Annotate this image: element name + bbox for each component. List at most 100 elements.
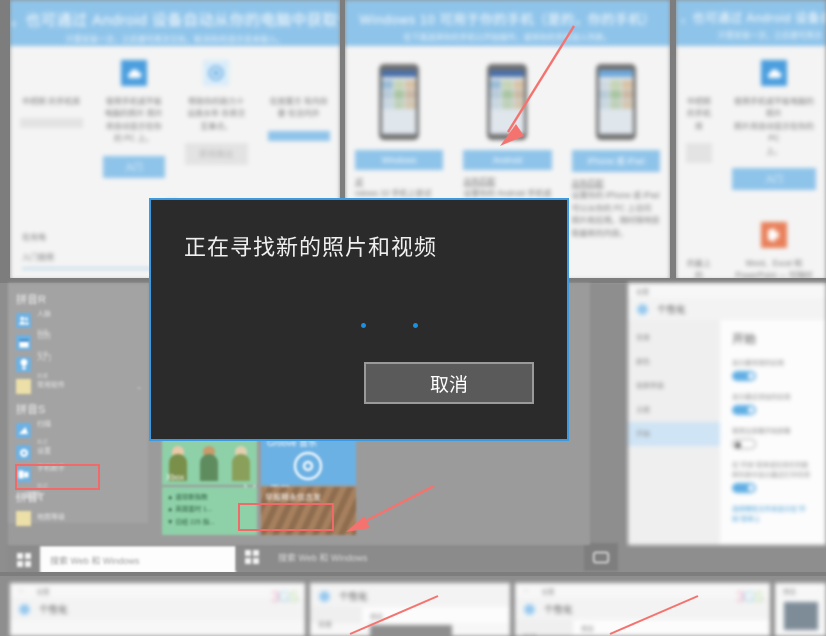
settings-header: 个性化: [10, 598, 305, 620]
search-input[interactable]: 搜索 Web 和 Windows: [268, 543, 584, 571]
settings-header: 个性化: [310, 585, 510, 607]
phone-screen: [598, 70, 633, 134]
settings-nav[interactable]: 背景 颜色 锁屏界面 主题 开始: [628, 320, 720, 545]
app-label: 入门: [37, 354, 51, 362]
tile-news[interactable]: 早报释永信吉发: [261, 487, 356, 535]
app-item-misc[interactable]: 地图等级: [14, 508, 142, 529]
app-item-phone-companion[interactable]: 手机助手 新近: [14, 464, 142, 490]
screenshot-root: ，也可通过 Android 设备自动从你的电脑中获取你喜爱的内 只需安装一次，之…: [0, 0, 826, 636]
cancel-button[interactable]: 取消: [364, 362, 534, 404]
searching-photos-dialog: 正在寻找新的照片和视频 取消: [149, 198, 569, 441]
tips-icon: [16, 357, 31, 372]
blank-icon: [686, 222, 712, 248]
platform-heading: 出色匹配: [463, 177, 496, 186]
app-item-calendar[interactable]: 日历 新建: [14, 332, 142, 358]
feature-button[interactable]: 入门: [102, 155, 165, 178]
cortana-icon: [203, 60, 230, 86]
settings-body: 背景 颜色 锁屏界面 主题 开始 开始 显示最常用的应用 显示最近添加的应用 使…: [628, 320, 826, 545]
taskbar-center[interactable]: 搜索 Web 和 Windows: [236, 543, 618, 571]
platform-button-iphone[interactable]: iPhone 或 iPad: [571, 150, 660, 172]
app-label: 日历: [37, 332, 51, 340]
settings-nav[interactable]: 背景 颜色: [310, 607, 362, 629]
platform-heading: 出色匹配: [571, 179, 604, 188]
settings-nav-item-start[interactable]: 开始: [628, 422, 720, 446]
people-icon: [16, 313, 31, 328]
feature-column: 中把照 的手机库: [676, 46, 722, 198]
tile-money[interactable]: ▲ 道琼斯指数 ▲ 英国富时 1... ▼ 日经 225 指...: [162, 487, 257, 535]
toggle-show-recently-added[interactable]: [732, 405, 756, 415]
cloud-icon: [120, 60, 147, 86]
toggle-label: 在"开始"菜单或任务栏的跳转列表中显示最近打开的项: [732, 462, 810, 479]
feature-button[interactable]: 即将推出: [185, 143, 248, 166]
top-center-header: Windows 10 可用于你的手机（是的，你的手机） 在下面选择你的手机以开始…: [345, 0, 670, 46]
stock-row: ▼ 日经 225 指...: [167, 518, 215, 526]
back-button[interactable]: ← 返回: [14, 490, 40, 501]
toggle-label: 显示最近添加的应用: [732, 394, 791, 401]
toggle-show-most-used[interactable]: [732, 371, 756, 381]
top-right-header-title: ，也可通过 Android 设备自: [680, 11, 826, 25]
settings-title: 预览: [783, 588, 796, 596]
settings-nav-item[interactable]: 背景: [310, 613, 362, 636]
toggle-label: 使用全屏幕开始屏幕: [732, 428, 791, 435]
back-arrow-icon[interactable]: ←: [523, 587, 530, 594]
toggle-label: 显示最常用的应用: [732, 360, 784, 367]
phone-mockup: [595, 64, 636, 140]
search-input[interactable]: 搜索 Web 和 Windows: [40, 546, 236, 574]
tile-label: Xbox: [166, 473, 185, 482]
windows-logo-icon[interactable]: [245, 550, 259, 564]
feature-button[interactable]: [20, 118, 83, 129]
settings-title: 个性化: [544, 605, 573, 616]
feature-text: 使用手机或平板电脑的照片 照片将自动显示在你的 PC 上。: [734, 97, 814, 156]
app-item-people[interactable]: 人脉 新建: [14, 310, 142, 336]
top-center-header-subtitle: 在下面选择你的手机以开始操作，或将你的手机加入列表。: [403, 33, 612, 42]
toggle-jump-list[interactable]: [732, 483, 756, 493]
settings-nav-item[interactable]: 锁屏界面: [628, 374, 720, 398]
feature-button-placeholder[interactable]: [686, 143, 712, 164]
settings-title: 个性化: [339, 592, 368, 603]
settings-header: 个性化: [628, 298, 826, 320]
feature-column: 使用手机或平板电脑的照片 照片将自动显示在你的 PC 上。 入门: [93, 46, 176, 186]
watermark-logo: 3GS: [270, 589, 299, 606]
platform-button-windows[interactable]: Windows: [355, 150, 444, 170]
chevron-down-icon[interactable]: ⌄: [136, 383, 142, 391]
settings-nav-item[interactable]: 背景: [515, 626, 573, 636]
phone-screen: [490, 70, 525, 134]
app-item-settings[interactable]: 设置: [14, 442, 142, 463]
feature-text: 在放置方 有内存要 在访内外: [269, 97, 328, 119]
feature-text: Word、Excel 和 PowerPoint — 可随时随地 办公。: [735, 258, 813, 280]
top-center-header-title: Windows 10 可用于你的手机（是的，你的手机）: [359, 12, 656, 27]
back-arrow-icon[interactable]: ←: [18, 587, 25, 594]
start-menu-app-list[interactable]: 拼音R 人脉 新建 日历 新建 入门 新建 常用软件 ⌄ 拼音S 扫描 新近 设…: [8, 283, 148, 526]
settings-nav-item[interactable]: 颜色: [628, 350, 720, 374]
tile-label: 早报释永信吉发: [265, 493, 321, 502]
phone-mockup: [487, 64, 528, 140]
choose-folders-link[interactable]: 选择哪些文件夹显示在"开始"菜单上: [732, 503, 814, 523]
app-label: 地图等级: [37, 514, 65, 522]
preview-label: 预览: [581, 626, 594, 633]
gear-icon: [16, 445, 31, 460]
settings-nav-item[interactable]: 主题: [628, 398, 720, 422]
feature-button[interactable]: [267, 130, 330, 141]
settings-title: 个性化: [39, 605, 68, 616]
app-item-scan[interactable]: 扫描 新近: [14, 420, 142, 446]
settings-body: 背景 颜色 预览: [310, 607, 510, 636]
top-left-header-title: ，也可通过 Android 设备自动从你的电脑中获取你喜爱的内: [10, 12, 340, 29]
settings-body: 背景 预览: [515, 620, 770, 636]
windows-logo-icon[interactable]: [17, 553, 31, 567]
app-item-folder[interactable]: 常用软件 ⌄: [14, 376, 142, 397]
task-view-icon[interactable]: [584, 543, 618, 571]
app-group-letter: 拼音R: [16, 294, 46, 306]
toggle-full-screen-start[interactable]: [732, 439, 756, 449]
taskbar-left[interactable]: 搜索 Web 和 Windows: [8, 546, 236, 574]
app-item-getstarted[interactable]: 入门 新建: [14, 354, 142, 380]
settings-nav-item[interactable]: 背景: [628, 326, 720, 350]
settings-nav[interactable]: 背景: [515, 620, 573, 636]
stock-row: ▲ 英国富时 1...: [167, 506, 213, 514]
platform-button-android[interactable]: Android: [463, 150, 552, 170]
app-label: 扫描: [37, 420, 51, 428]
bottom-window-4: 预览: [775, 583, 826, 636]
top-right-body: 中把照 的手机库 使用手机或平板电脑的照片 照片将自动显示在你的 PC 上。 入…: [676, 46, 826, 280]
feature-button[interactable]: 入门: [732, 167, 816, 190]
top-left-header: ，也可通过 Android 设备自动从你的电脑中获取你喜爱的内 只需安装一次，之…: [10, 0, 340, 46]
feature-text: 使用手机或平板电脑的照片 照片将自动显示在你的 PC 上。: [104, 97, 163, 144]
